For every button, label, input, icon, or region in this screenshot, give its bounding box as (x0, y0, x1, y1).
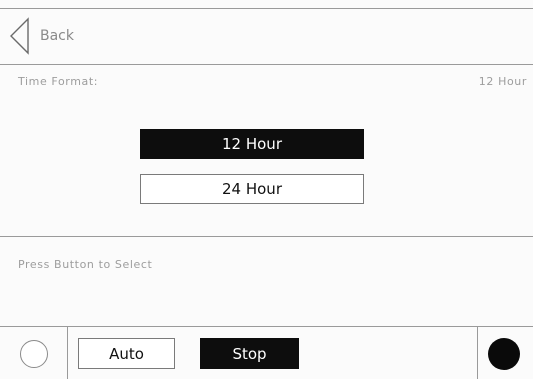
bottom-bar-divider (0, 326, 533, 327)
header-divider (0, 64, 533, 65)
option-12-hour[interactable]: 12 Hour (140, 129, 364, 159)
status-circle-icon (20, 340, 48, 368)
back-label: Back (40, 28, 74, 44)
setting-label: Time Format: (18, 75, 99, 88)
hint-text: Press Button to Select (18, 258, 153, 271)
setting-current-value: 12 Hour (478, 75, 527, 88)
back-button[interactable]: Back (8, 16, 128, 56)
stop-button[interactable]: Stop (200, 338, 299, 369)
option-24-hour[interactable]: 24 Hour (140, 174, 364, 204)
section-divider (0, 236, 533, 237)
header-bar: Back (0, 8, 533, 64)
auto-button[interactable]: Auto (78, 338, 175, 369)
record-dot-icon[interactable] (488, 338, 520, 370)
back-arrow-icon (10, 17, 29, 55)
settings-screen: Back Time Format: 12 Hour 12 Hour 24 Hou… (0, 0, 533, 379)
bottom-separator-left (67, 327, 68, 379)
bottom-separator-right (477, 327, 478, 379)
